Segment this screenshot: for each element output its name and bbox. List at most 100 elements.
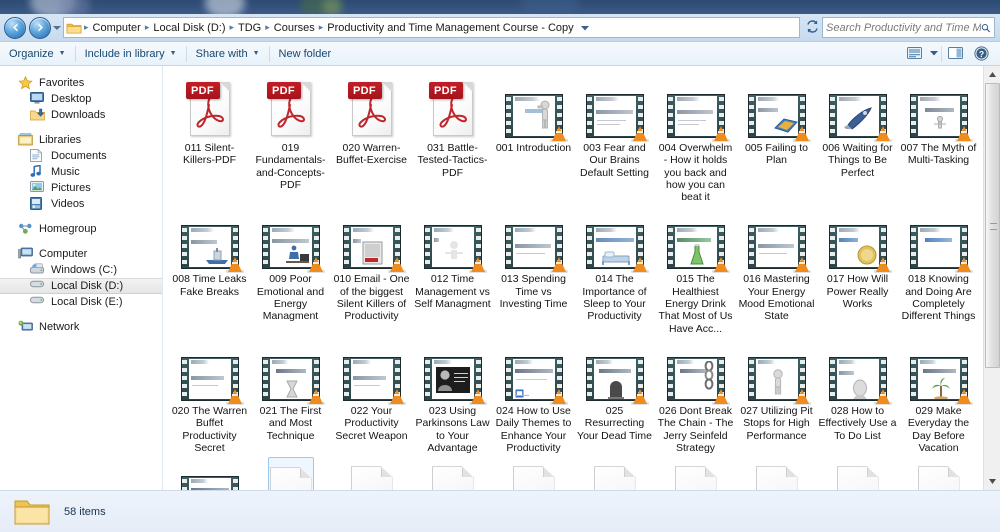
file-item[interactable]	[250, 454, 331, 490]
file-item[interactable]: 008 Time Leaks Fake Breaks	[169, 203, 250, 334]
file-name: 010 Email - One of the biggest Silent Ki…	[333, 273, 410, 323]
main-content: Favorites Desktop Downloads Libraries Do…	[0, 66, 1000, 490]
share-with-button[interactable]: Share with ▼	[187, 43, 269, 65]
file-name: 014 The Importance of Sleep to Your Prod…	[582, 273, 647, 323]
scroll-up-button[interactable]	[984, 66, 1000, 83]
file-item[interactable]: 021 The First and Most Technique	[250, 335, 331, 454]
chevron-up-icon	[989, 72, 996, 77]
file-item[interactable]: 029 Make Everyday the Day Before Vacatio…	[898, 335, 979, 454]
file-item[interactable]: 007 The Myth of Multi-Tasking	[898, 72, 979, 203]
preview-pane-button[interactable]	[942, 43, 968, 65]
file-item[interactable]: 016 Mastering Your Energy Mood Emotional…	[736, 203, 817, 334]
change-view-button[interactable]	[901, 43, 927, 65]
file-item[interactable]	[736, 454, 817, 490]
search-box[interactable]: Search Productivity and Time Manage...	[822, 17, 995, 38]
file-item[interactable]: PDF 020 Warren-Buffet-Exercise	[331, 72, 412, 203]
forward-button[interactable]	[29, 16, 51, 39]
file-name: 007 The Myth of Multi-Tasking	[900, 142, 977, 167]
help-button[interactable]: ?	[968, 43, 994, 65]
sidebar-item-pictures[interactable]: Pictures	[0, 180, 162, 196]
file-item[interactable]: PDF 011 Silent-Killers-PDF	[169, 72, 250, 203]
rocket-art	[843, 107, 872, 130]
file-name: 029 Make Everyday the Day Before Vacatio…	[907, 404, 970, 454]
sidebar-item-windows-c[interactable]: Windows (C:)	[0, 262, 162, 278]
file-item[interactable]: 006 Waiting for Things to Be Perfect	[817, 72, 898, 203]
file-item[interactable]: 025 Resurrecting Your Dead Time	[574, 335, 655, 454]
drive-icon	[30, 279, 46, 294]
file-item[interactable]	[655, 454, 736, 490]
file-item[interactable]: 012 Time Management vs Self Managment	[412, 203, 493, 334]
file-item[interactable]: 005 Failing to Plan	[736, 72, 817, 203]
breadcrumb-item-courses[interactable]: Courses	[271, 22, 318, 34]
search-input[interactable]: Search Productivity and Time Manage...	[826, 22, 981, 34]
file-item[interactable]: 028 How to Effectively Use a To Do List	[817, 335, 898, 454]
file-item[interactable]: PDF 031 Battle-Tested-Tactics-PDF	[412, 72, 493, 203]
file-item[interactable]: 024 How to Use Daily Themes to Enhance Y…	[493, 335, 574, 454]
address-dropdown-button[interactable]	[577, 23, 593, 33]
file-item[interactable]: 014 The Importance of Sleep to Your Prod…	[574, 203, 655, 334]
file-item[interactable]: 026 Dont Break The Chain - The Jerry Sei…	[655, 335, 736, 454]
file-item[interactable]: 009 Poor Emotional and Energy Managment	[250, 203, 331, 334]
generic-file-icon	[431, 466, 474, 490]
scrollbar-track[interactable]	[984, 83, 1000, 473]
file-item[interactable]: 001 Introduction	[493, 72, 574, 203]
file-name: 028 How to Effectively Use a To Do List	[818, 404, 897, 442]
file-item[interactable]: 003 Fear and Our Brains Default Setting	[574, 72, 655, 203]
breadcrumb-item-local-disk-d[interactable]: Local Disk (D:)	[150, 22, 228, 34]
desk-art	[285, 246, 309, 264]
sidebar-label: Local Disk (D:)	[51, 280, 124, 292]
sidebar-item-downloads[interactable]: Downloads	[0, 107, 162, 123]
file-item[interactable]: 013 Spending Time vs Investing Time	[493, 203, 574, 334]
recent-pages-button[interactable]	[51, 18, 63, 38]
new-folder-button[interactable]: New folder	[270, 43, 341, 65]
tombstone-art	[607, 380, 624, 399]
sidebar-item-network[interactable]: Network	[0, 319, 162, 335]
scroll-down-button[interactable]	[984, 473, 1000, 490]
address-field[interactable]: ▸ Computer ▸ Local Disk (D:) ▸ TDG ▸ Cou…	[63, 17, 800, 38]
file-item[interactable]: 020 The Warren Buffet Productivity Secre…	[169, 335, 250, 454]
organize-button[interactable]: Organize ▼	[0, 43, 75, 65]
file-item[interactable]	[169, 454, 250, 490]
file-item[interactable]: 017 How Will Power Really Works	[817, 203, 898, 334]
file-item[interactable]	[898, 454, 979, 490]
sidebar-item-libraries[interactable]: Libraries	[0, 132, 162, 148]
file-item[interactable]: 004 Overwhelm - How it holds you back an…	[655, 72, 736, 203]
sidebar-item-favorites[interactable]: Favorites	[0, 75, 162, 91]
sidebar-item-videos[interactable]: Videos	[0, 196, 162, 212]
sidebar-item-computer[interactable]: Computer	[0, 246, 162, 262]
file-item[interactable]: 015 The Healthiest Energy Drink That Mos…	[655, 203, 736, 335]
sidebar-item-local-disk-d[interactable]: Local Disk (D:)	[0, 278, 162, 294]
chevron-down-icon	[53, 25, 61, 30]
file-item[interactable]	[574, 454, 655, 490]
file-item[interactable]: PDF 019 Fundamentals-and-Concepts-PDF	[250, 72, 331, 203]
file-item[interactable]: 027 Utilizing Pit Stops for High Perform…	[736, 335, 817, 454]
vertical-scrollbar[interactable]	[983, 66, 1000, 490]
file-item[interactable]: 022 Your Productivity Secret Weapon	[331, 335, 412, 454]
video-thumbnail	[828, 225, 892, 274]
file-item[interactable]	[493, 454, 574, 490]
file-item[interactable]: 010 Email - One of the biggest Silent Ki…	[331, 203, 412, 334]
sidebar-item-music[interactable]: Music	[0, 163, 162, 180]
file-name: 024 How to Use Daily Themes to Enhance Y…	[495, 404, 572, 454]
file-item[interactable]	[412, 454, 493, 490]
video-thumbnail	[666, 356, 730, 405]
scrollbar-thumb[interactable]	[985, 83, 1000, 368]
breadcrumb-item-computer[interactable]: Computer	[90, 22, 144, 34]
generic-file-icon	[755, 466, 798, 490]
file-item[interactable]: 018 Knowing and Doing Are Completely Dif…	[898, 203, 979, 334]
refresh-button[interactable]	[802, 19, 822, 37]
include-in-library-button[interactable]: Include in library ▼	[76, 43, 186, 65]
file-item[interactable]: 023 Using Parkinsons Law to Your Advanta…	[412, 335, 493, 454]
file-item[interactable]	[331, 454, 412, 490]
file-item[interactable]	[817, 454, 898, 490]
breadcrumb-item-current-folder[interactable]: Productivity and Time Management Course …	[324, 22, 576, 34]
sidebar-item-local-disk-e[interactable]: Local Disk (E:)	[0, 294, 162, 310]
generic-file-icon	[836, 466, 879, 490]
file-list-view[interactable]: PDF 011 Silent-Killers-PDF PDF 019 Funda…	[163, 66, 1000, 490]
sidebar-item-homegroup[interactable]: Homegroup	[0, 221, 162, 237]
breadcrumb-item-tdg[interactable]: TDG	[235, 22, 264, 34]
sidebar-item-documents[interactable]: Documents	[0, 148, 162, 164]
change-view-dropdown-button[interactable]	[927, 43, 941, 65]
back-button[interactable]	[4, 16, 26, 39]
sidebar-item-desktop[interactable]: Desktop	[0, 91, 162, 107]
